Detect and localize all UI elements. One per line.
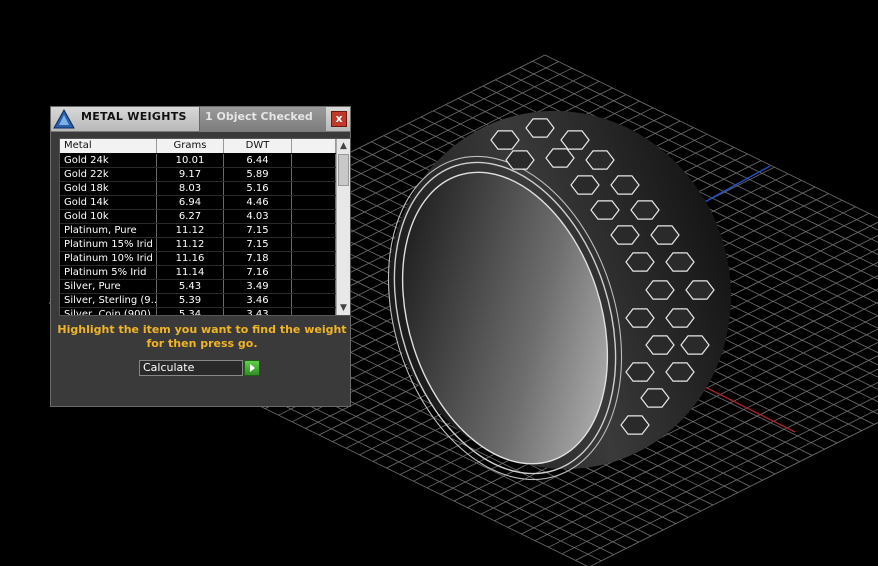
table-row[interactable]: Platinum 15% Irid 11.12 7.15 [60, 238, 336, 252]
calculate-control: Calculate [139, 360, 261, 376]
empty-cell [292, 308, 336, 315]
table-row[interactable]: Gold 22k 9.17 5.89 [60, 168, 336, 182]
grams-cell: 5.34 [157, 308, 224, 315]
metal-cell: Silver, Sterling (9... [60, 294, 157, 308]
grams-cell: 6.94 [157, 196, 224, 210]
table-row[interactable]: Silver, Pure 5.43 3.49 [60, 280, 336, 294]
table-row[interactable]: Gold 24k 10.01 6.44 [60, 154, 336, 168]
metal-cell: Platinum 15% Irid [60, 238, 157, 252]
scroll-down-icon[interactable]: ▼ [337, 301, 350, 315]
panel-titlebar[interactable]: METAL WEIGHTS 1 Object Checked x [51, 107, 350, 132]
object-status: 1 Object Checked [199, 107, 326, 131]
column-header-metal[interactable]: Metal [60, 139, 157, 153]
grams-cell: 10.01 [157, 154, 224, 168]
empty-cell [292, 196, 336, 210]
panel-title: METAL WEIGHTS [81, 110, 187, 123]
metal-weights-panel: METAL WEIGHTS 1 Object Checked x Metal G… [50, 106, 351, 407]
empty-cell [292, 252, 336, 266]
dwt-cell: 3.46 [224, 294, 292, 308]
empty-cell [292, 182, 336, 196]
table-row[interactable]: Silver, Coin (900) 5.34 3.43 [60, 308, 336, 315]
empty-cell [292, 238, 336, 252]
dwt-cell: 3.43 [224, 308, 292, 315]
table-header: Metal Grams DWT [60, 139, 336, 153]
table-row[interactable]: Platinum 5% Irid 11.14 7.16 [60, 266, 336, 280]
empty-cell [292, 294, 336, 308]
metal-cell: Gold 18k [60, 182, 157, 196]
table-row[interactable]: Silver, Sterling (9... 5.39 3.46 [60, 294, 336, 308]
dwt-cell: 5.89 [224, 168, 292, 182]
column-header-dwt[interactable]: DWT [224, 139, 292, 153]
go-arrow-icon[interactable] [244, 360, 260, 376]
empty-cell [292, 210, 336, 224]
metal-cell: Silver, Pure [60, 280, 157, 294]
metal-table: Metal Grams DWT Gold 24k 10.01 6.44 Gold 22… [59, 138, 351, 316]
dwt-cell: 6.44 [224, 154, 292, 168]
dwt-cell: 5.16 [224, 182, 292, 196]
dwt-cell: 4.46 [224, 196, 292, 210]
table-row[interactable]: Gold 18k 8.03 5.16 [60, 182, 336, 196]
empty-cell [292, 280, 336, 294]
grams-cell: 9.17 [157, 168, 224, 182]
empty-cell [292, 168, 336, 182]
close-button[interactable]: x [331, 111, 347, 127]
empty-cell [292, 154, 336, 168]
metal-cell: Gold 24k [60, 154, 157, 168]
empty-cell [292, 224, 336, 238]
dwt-cell: 7.16 [224, 266, 292, 280]
table-row[interactable]: Gold 14k 6.94 4.46 [60, 196, 336, 210]
empty-cell [292, 266, 336, 280]
dwt-cell: 3.49 [224, 280, 292, 294]
table-row[interactable]: Platinum 10% Irid 11.16 7.18 [60, 252, 336, 266]
grams-cell: 8.03 [157, 182, 224, 196]
calculate-dropdown[interactable]: Calculate [139, 360, 243, 376]
dwt-cell: 7.18 [224, 252, 292, 266]
dwt-cell: 7.15 [224, 238, 292, 252]
metal-cell: Gold 14k [60, 196, 157, 210]
metal-cell: Platinum 10% Irid [60, 252, 157, 266]
metal-cell: Silver, Coin (900) [60, 308, 157, 315]
grams-cell: 11.12 [157, 224, 224, 238]
grams-cell: 11.16 [157, 252, 224, 266]
object-status-text: 1 Object Checked [205, 110, 313, 123]
table-body: Gold 24k 10.01 6.44 Gold 22k 9.17 5.89 Gold 18… [60, 154, 336, 315]
metal-cell: Platinum 5% Irid [60, 266, 157, 280]
grams-cell: 11.14 [157, 266, 224, 280]
metal-cell: Gold 22k [60, 168, 157, 182]
metal-cell: Gold 10k [60, 210, 157, 224]
metal-cell: Platinum, Pure [60, 224, 157, 238]
grams-cell: 5.39 [157, 294, 224, 308]
scroll-thumb[interactable] [338, 154, 349, 186]
ring-model[interactable] [343, 66, 778, 513]
table-row[interactable]: Gold 10k 6.27 4.03 [60, 210, 336, 224]
dwt-cell: 7.15 [224, 224, 292, 238]
dwt-cell: 4.03 [224, 210, 292, 224]
instruction-text: Highlight the item you want to find the … [57, 323, 347, 350]
scroll-up-icon[interactable]: ▲ [337, 139, 350, 153]
column-header-grams[interactable]: Grams [157, 139, 224, 153]
table-row[interactable]: Platinum, Pure 11.12 7.15 [60, 224, 336, 238]
table-scrollbar[interactable]: ▲ ▼ [336, 139, 350, 315]
grams-cell: 6.27 [157, 210, 224, 224]
grams-cell: 11.12 [157, 238, 224, 252]
column-header-empty [292, 139, 336, 153]
grams-cell: 5.43 [157, 280, 224, 294]
app-logo-icon [53, 109, 75, 129]
